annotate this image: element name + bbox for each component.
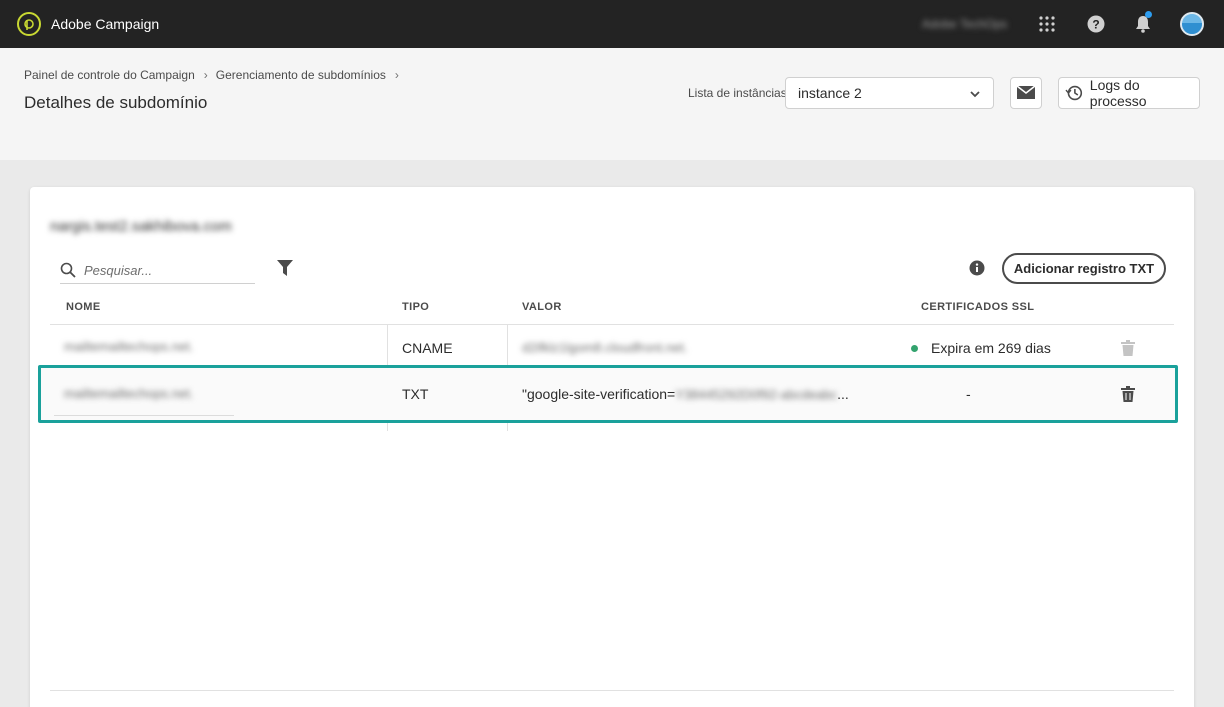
- status-ok-icon: [911, 345, 918, 352]
- envelope-icon: [1016, 85, 1036, 99]
- apps-grid-icon[interactable]: [1037, 14, 1057, 34]
- breadcrumb: Painel de controle do Campaign › Gerenci…: [24, 68, 407, 82]
- page-header: Painel de controle do Campaign › Gerenci…: [0, 48, 1224, 160]
- breadcrumb-item-dashboard[interactable]: Painel de controle do Campaign: [24, 68, 195, 82]
- column-header-ssl[interactable]: CERTIFICADOS SSL: [921, 301, 1034, 313]
- notification-badge: [1145, 11, 1152, 18]
- app-logo-icon[interactable]: [17, 12, 41, 36]
- chevron-down-icon: [969, 87, 981, 103]
- app-title[interactable]: Adobe Campaign: [51, 16, 159, 32]
- instance-list-label: Lista de instâncias: [688, 86, 787, 100]
- page-title: Detalhes de subdomínio: [24, 93, 208, 112]
- subdomain-card: nargis.test2.sakhibova.com Adicionar reg…: [30, 187, 1194, 707]
- process-logs-button[interactable]: Logs do processo: [1058, 77, 1200, 109]
- org-name[interactable]: Adobe TechOps: [922, 17, 1007, 31]
- search-box[interactable]: [60, 257, 255, 284]
- table-bottom-divider: [50, 690, 1174, 691]
- table-header-divider: [50, 324, 1174, 325]
- history-icon: [1065, 85, 1083, 101]
- search-icon: [60, 262, 76, 278]
- row-highlight-frame: [38, 365, 1178, 423]
- help-icon[interactable]: ?: [1086, 14, 1106, 34]
- email-button[interactable]: [1010, 77, 1042, 109]
- row-1-type: CNAME: [402, 340, 453, 356]
- row-1-value: d2ifklz1lgom8.cloudfront.net.: [522, 340, 688, 355]
- instance-select[interactable]: instance 2: [785, 77, 994, 109]
- trash-icon[interactable]: [1121, 340, 1135, 361]
- info-icon[interactable]: [969, 260, 985, 281]
- column-header-name[interactable]: NOME: [66, 301, 101, 313]
- filter-icon[interactable]: [277, 259, 293, 282]
- avatar[interactable]: [1180, 12, 1204, 36]
- instance-select-value: instance 2: [798, 85, 862, 101]
- column-header-value[interactable]: VALOR: [522, 301, 562, 313]
- search-input[interactable]: [84, 262, 244, 278]
- chevron-right-icon: ›: [394, 68, 399, 82]
- row-1-ssl: Expira em 269 dias: [931, 340, 1051, 356]
- column-header-type[interactable]: TIPO: [402, 301, 429, 313]
- subdomain-name: nargis.test2.sakhibova.com: [50, 218, 232, 235]
- process-logs-label: Logs do processo: [1089, 77, 1147, 109]
- top-bar: Adobe Campaign Adobe TechOps ?: [0, 0, 1224, 48]
- row-1-name: mailtemailtechops.net.: [64, 339, 194, 354]
- add-txt-record-button[interactable]: Adicionar registro TXT: [1002, 253, 1166, 284]
- svg-text:?: ?: [1092, 18, 1099, 32]
- breadcrumb-item-subdomains[interactable]: Gerenciamento de subdomínios: [216, 68, 386, 82]
- chevron-right-icon: ›: [203, 68, 208, 82]
